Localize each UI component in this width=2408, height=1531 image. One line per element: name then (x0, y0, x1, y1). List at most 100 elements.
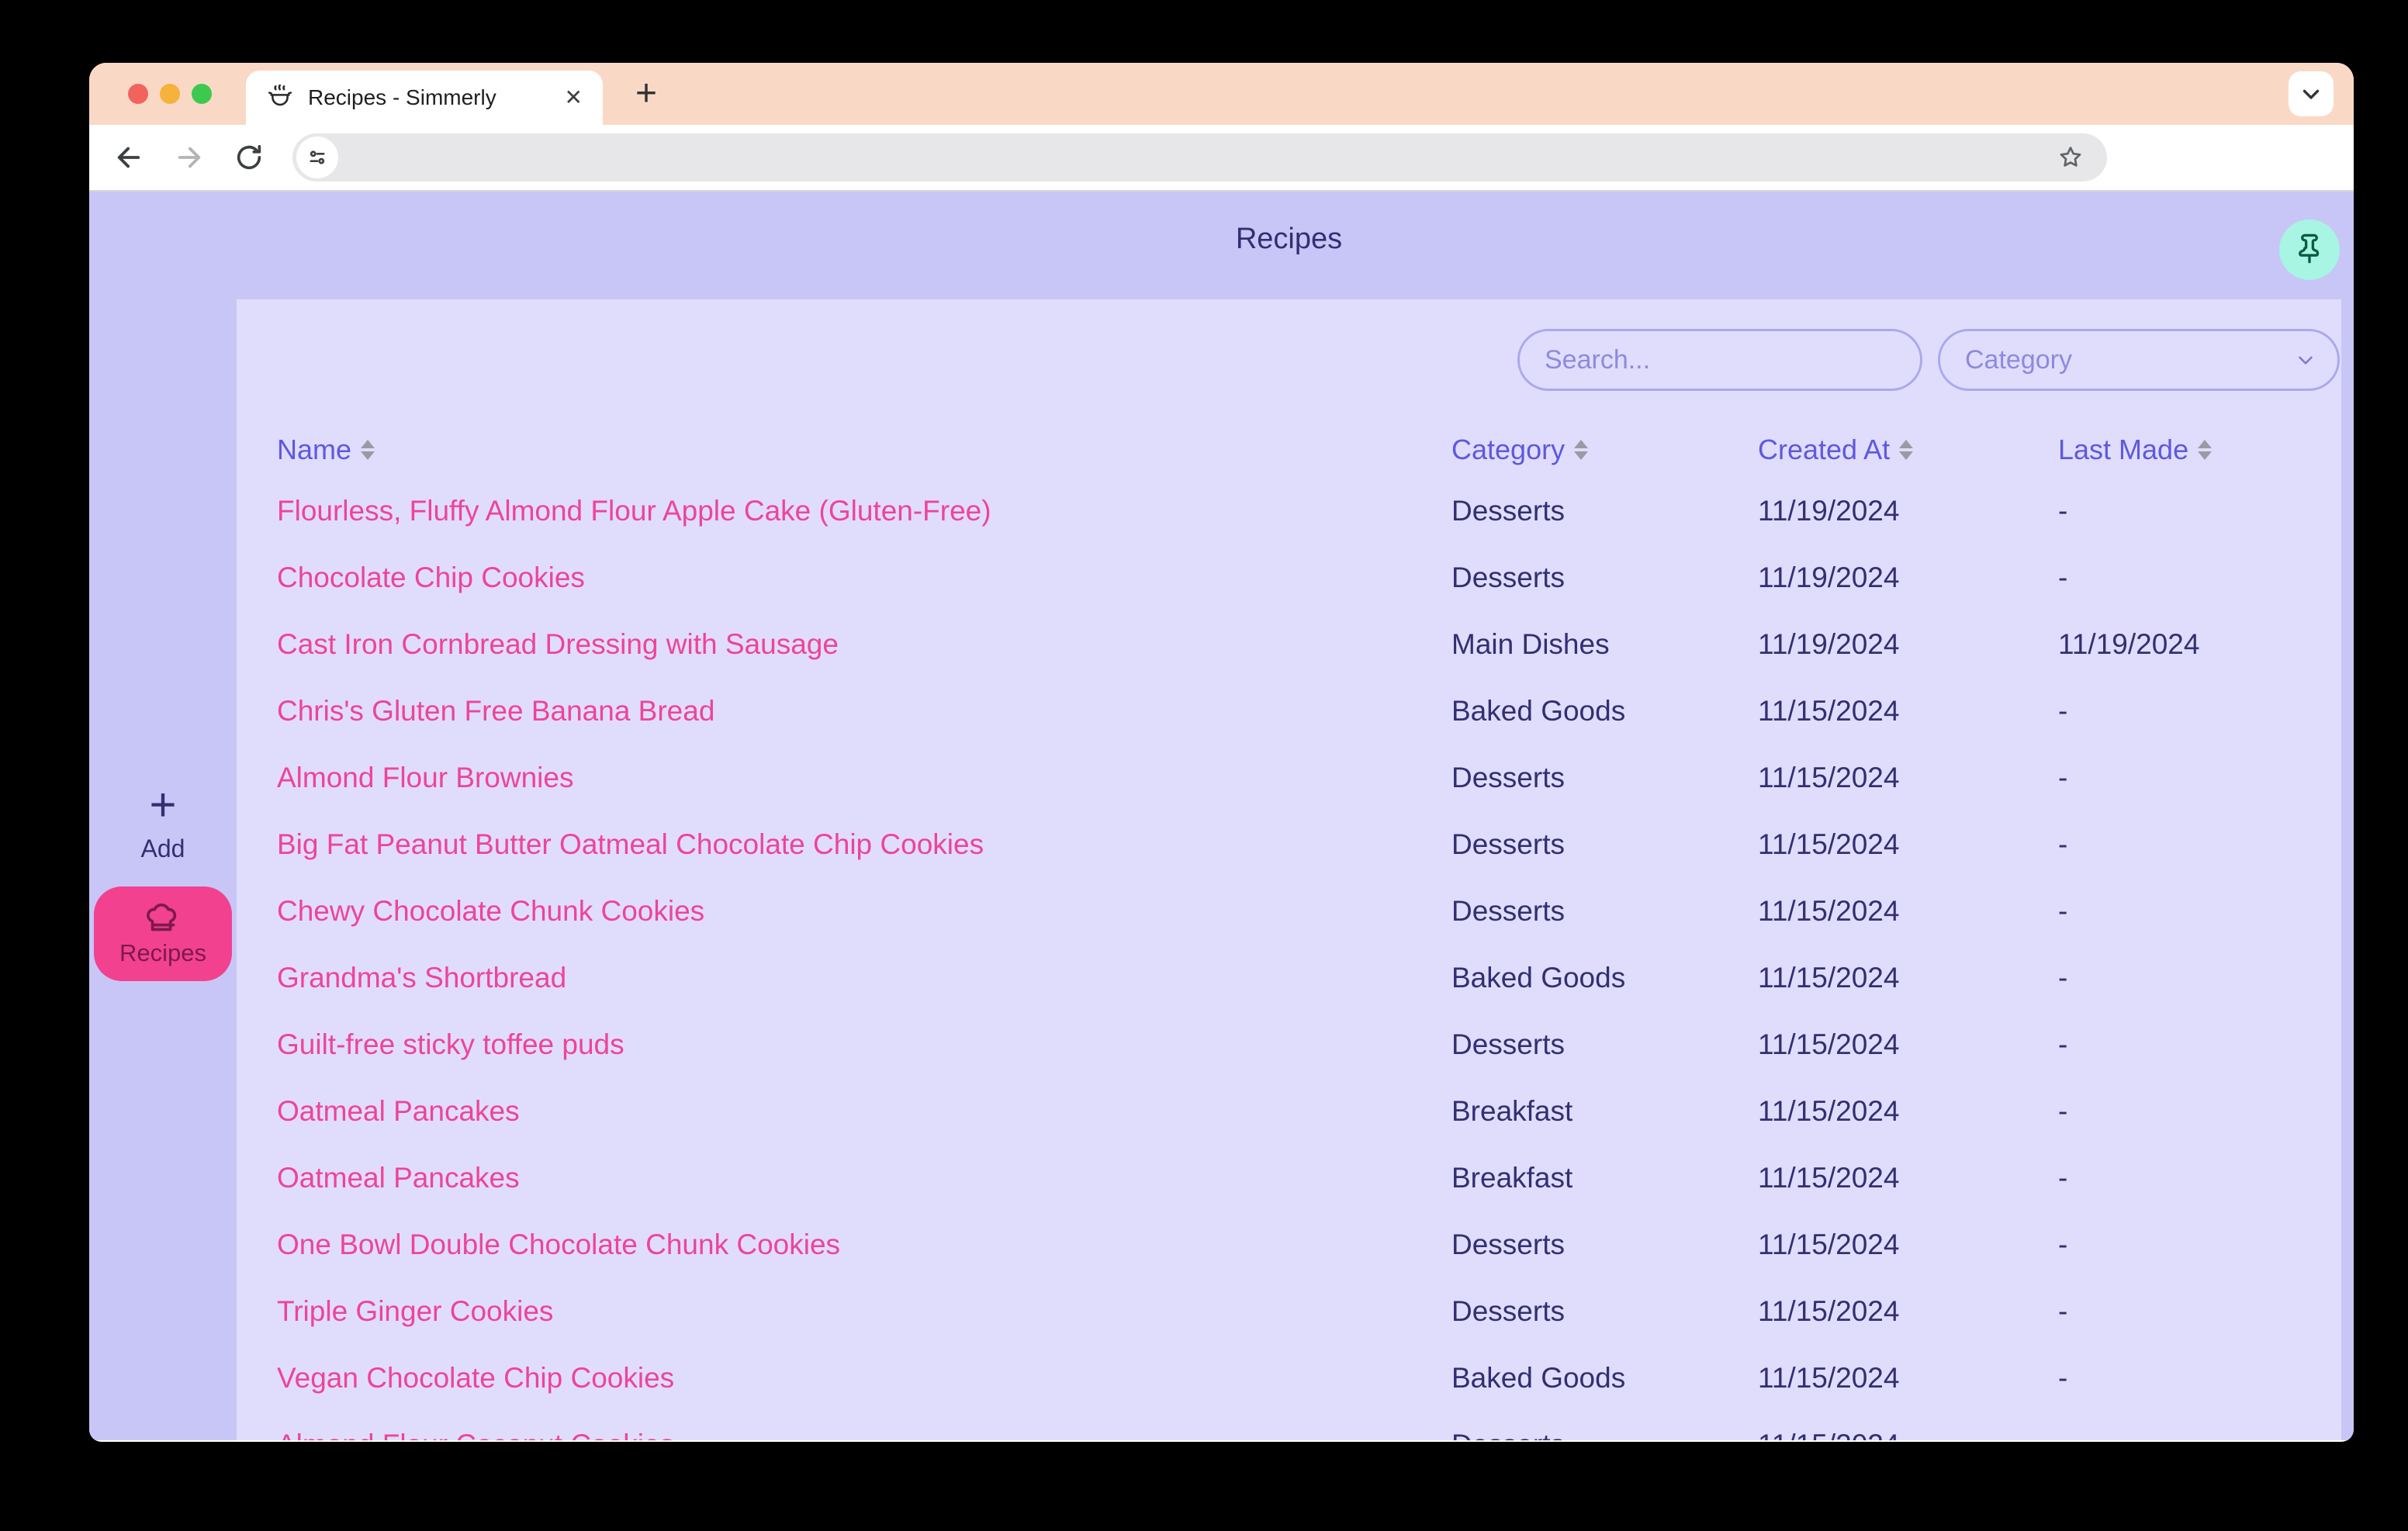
recipe-category: Baked Goods (1451, 1362, 1758, 1394)
recipe-category: Baked Goods (1451, 962, 1758, 994)
sort-icon (1574, 440, 1588, 460)
recipe-category: Main Dishes (1451, 628, 1758, 661)
back-icon[interactable] (112, 141, 145, 174)
recipe-last-made: - (2058, 1162, 2295, 1194)
tab-title: Recipes - Simmerly (308, 85, 551, 110)
recipe-last-made: - (2058, 762, 2295, 794)
recipe-last-made: - (2058, 1095, 2295, 1128)
recipe-category: Desserts (1451, 1229, 1758, 1261)
table-row: One Bowl Double Chocolate Chunk Cookies … (277, 1211, 2295, 1278)
recipe-category: Desserts (1451, 562, 1758, 594)
table-row: Big Fat Peanut Butter Oatmeal Chocolate … (277, 811, 2295, 878)
recipe-last-made: - (2058, 1229, 2295, 1261)
new-tab-button[interactable]: + (635, 75, 657, 112)
filter-controls: Category (277, 329, 2341, 391)
add-label: Add (141, 835, 185, 863)
recipe-link[interactable]: Triple Ginger Cookies (277, 1295, 553, 1327)
recipe-link[interactable]: Oatmeal Pancakes (277, 1162, 520, 1194)
chevron-down-icon (2298, 81, 2324, 107)
tune-sliders-icon (306, 147, 328, 168)
recipe-category: Desserts (1451, 1028, 1758, 1061)
column-header-last-made[interactable]: Last Made (2058, 434, 2295, 466)
reload-icon[interactable] (234, 142, 265, 173)
recipe-category: Baked Goods (1451, 695, 1758, 727)
plus-icon: + (149, 782, 176, 828)
column-header-category[interactable]: Category (1451, 434, 1758, 466)
recipe-link[interactable]: Chocolate Chip Cookies (277, 562, 585, 593)
recipe-link[interactable]: Almond Flour Coconut Cookies (277, 1429, 674, 1440)
sort-icon (1899, 440, 1913, 460)
site-settings-button[interactable] (296, 137, 338, 178)
recipe-created-at: 11/19/2024 (1758, 495, 2058, 527)
search-input[interactable] (1517, 329, 1922, 391)
recipe-link[interactable]: Almond Flour Brownies (277, 762, 573, 793)
recipe-last-made: - (2058, 895, 2295, 928)
recipe-last-made: 11/19/2024 (2058, 628, 2295, 661)
recipe-link[interactable]: Flourless, Fluffy Almond Flour Apple Cak… (277, 495, 991, 527)
recipe-created-at: 11/15/2024 (1758, 828, 2058, 861)
recipe-last-made: - (2058, 495, 2295, 527)
column-header-created-at[interactable]: Created At (1758, 434, 2058, 466)
table-body: Flourless, Fluffy Almond Flour Apple Cak… (277, 478, 2295, 1440)
recipe-link[interactable]: Grandma's Shortbread (277, 962, 566, 994)
chef-hat-icon (145, 900, 181, 936)
tab-favicon-pot-icon (266, 84, 294, 112)
column-header-name[interactable]: Name (277, 434, 1451, 466)
app-root: Recipes + Add (89, 192, 2354, 1440)
recipe-last-made: - (2058, 1028, 2295, 1061)
category-select[interactable]: Category (1938, 329, 2340, 391)
recipes-table: Name Category Created At Last Made (277, 422, 2341, 1440)
recipe-link[interactable]: Cast Iron Cornbread Dressing with Sausag… (277, 628, 839, 660)
recipe-category: Desserts (1451, 895, 1758, 928)
recipe-link[interactable]: One Bowl Double Chocolate Chunk Cookies (277, 1229, 840, 1260)
recipe-created-at: 11/15/2024 (1758, 895, 2058, 928)
sidebar-item-recipes[interactable]: Recipes (94, 886, 232, 981)
table-row: Chewy Chocolate Chunk Cookies Desserts 1… (277, 878, 2295, 945)
table-header-row: Name Category Created At Last Made (277, 422, 2295, 478)
tab-close-icon[interactable]: ✕ (565, 87, 583, 109)
table-row: Chocolate Chip Cookies Desserts 11/19/20… (277, 544, 2295, 611)
recipe-category: Desserts (1451, 828, 1758, 861)
add-recipe-button[interactable]: + Add (141, 782, 185, 863)
recipe-last-made: - (2058, 1429, 2295, 1440)
recipe-category: Desserts (1451, 762, 1758, 794)
browser-tab-strip: Recipes - Simmerly ✕ + (89, 63, 2354, 125)
minimize-window-button[interactable] (160, 84, 180, 104)
sort-icon (361, 440, 375, 460)
recipe-created-at: 11/19/2024 (1758, 562, 2058, 594)
table-row: Almond Flour Brownies Desserts 11/15/202… (277, 745, 2295, 811)
bookmark-star-icon[interactable] (2057, 144, 2084, 171)
forward-icon[interactable] (173, 141, 206, 174)
recipe-created-at: 11/19/2024 (1758, 628, 2058, 661)
recipe-category: Desserts (1451, 495, 1758, 527)
address-bar[interactable] (292, 133, 2107, 181)
recipe-link[interactable]: Big Fat Peanut Butter Oatmeal Chocolate … (277, 828, 984, 860)
recipe-created-at: 11/15/2024 (1758, 762, 2058, 794)
pin-button[interactable] (2279, 219, 2340, 280)
recipe-last-made: - (2058, 562, 2295, 594)
zoom-window-button[interactable] (192, 84, 212, 104)
table-row: Flourless, Fluffy Almond Flour Apple Cak… (277, 478, 2295, 544)
recipe-link[interactable]: Oatmeal Pancakes (277, 1095, 520, 1127)
table-row: Triple Ginger Cookies Desserts 11/15/202… (277, 1278, 2295, 1345)
content-panel: Category Name Category (237, 299, 2341, 1440)
recipe-created-at: 11/15/2024 (1758, 1362, 2058, 1394)
recipe-link[interactable]: Vegan Chocolate Chip Cookies (277, 1362, 674, 1394)
recipe-created-at: 11/15/2024 (1758, 1229, 2058, 1261)
recipe-category: Desserts (1451, 1429, 1758, 1440)
recipe-link[interactable]: Guilt-free sticky toffee puds (277, 1028, 624, 1060)
table-row: Cast Iron Cornbread Dressing with Sausag… (277, 611, 2295, 678)
table-row: Guilt-free sticky toffee puds Desserts 1… (277, 1011, 2295, 1078)
recipe-link[interactable]: Chewy Chocolate Chunk Cookies (277, 895, 704, 927)
close-window-button[interactable] (128, 84, 148, 104)
table-row: Chris's Gluten Free Banana Bread Baked G… (277, 678, 2295, 745)
browser-tab[interactable]: Recipes - Simmerly ✕ (246, 71, 603, 125)
pushpin-icon (2293, 233, 2326, 266)
browser-toolbar (89, 125, 2354, 192)
recipe-link[interactable]: Chris's Gluten Free Banana Bread (277, 695, 714, 727)
browser-menu-button[interactable] (2289, 71, 2334, 116)
recipe-created-at: 11/15/2024 (1758, 962, 2058, 994)
sort-icon (2198, 440, 2212, 460)
table-row: Almond Flour Coconut Cookies Desserts 11… (277, 1412, 2295, 1440)
recipe-created-at: 11/15/2024 (1758, 1429, 2058, 1440)
